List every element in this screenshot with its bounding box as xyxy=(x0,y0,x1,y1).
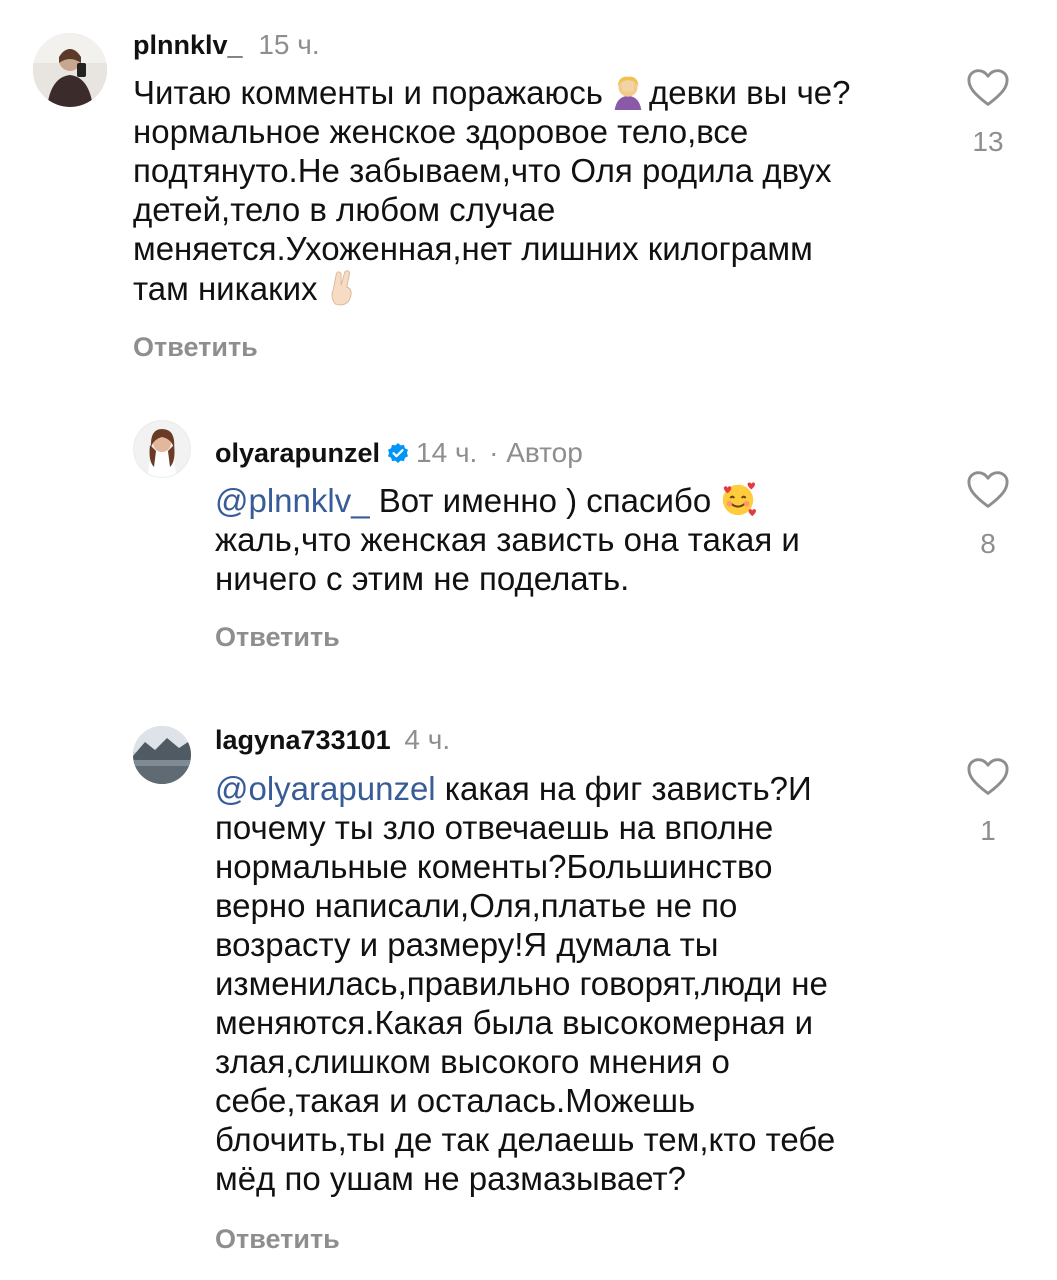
heart-icon[interactable] xyxy=(966,470,1010,510)
smiling-face-with-hearts-emoji xyxy=(722,482,757,517)
verified-badge-icon xyxy=(388,443,409,463)
heart-icon[interactable] xyxy=(966,757,1010,797)
timestamp: 4 ч. xyxy=(404,724,451,755)
mention-link[interactable]: @olyarapunzel xyxy=(215,770,436,807)
avatar[interactable] xyxy=(133,726,191,784)
like-count: 8 xyxy=(980,528,996,559)
avatar[interactable] xyxy=(33,33,107,107)
avatar[interactable] xyxy=(133,420,191,478)
comment-text: @olyarapunzel какая на фиг зависть?И поч… xyxy=(215,770,836,1197)
author-label: · Автор xyxy=(489,437,583,468)
like-count: 13 xyxy=(972,126,1004,157)
reply-button[interactable]: Ответить xyxy=(215,1224,340,1255)
face-palm-emoji xyxy=(614,76,642,110)
comment-text: Читаю комменты и поражаюсь девки вы че? … xyxy=(133,74,851,307)
username[interactable]: plnnklv_ xyxy=(133,30,243,60)
like-count: 1 xyxy=(980,815,996,846)
crossed-fingers-emoji xyxy=(331,270,352,306)
reply-button[interactable]: Ответить xyxy=(215,622,340,653)
heart-icon[interactable] xyxy=(966,68,1010,108)
username[interactable]: olyarapunzel xyxy=(215,438,380,468)
timestamp: 14 ч. xyxy=(416,437,478,468)
mention-link[interactable]: @plnnklv_ xyxy=(215,482,370,519)
username[interactable]: lagyna733101 xyxy=(215,725,391,755)
comment-text: @plnnklv_ Вот именно ) спасибо жаль,что … xyxy=(215,482,800,597)
reply-button[interactable]: Ответить xyxy=(133,332,258,363)
timestamp: 15 ч. xyxy=(258,29,320,60)
